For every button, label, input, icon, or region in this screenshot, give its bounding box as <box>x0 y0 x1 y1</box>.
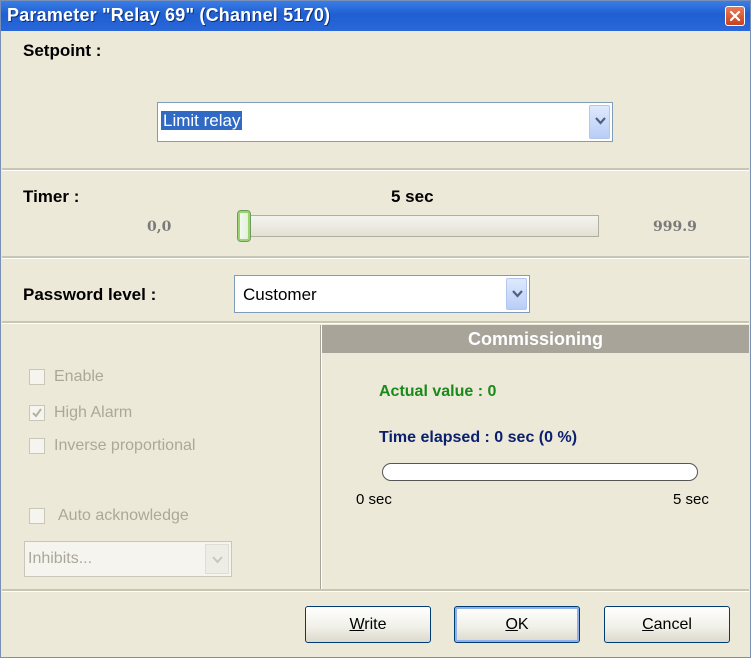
enable-checkbox[interactable] <box>29 369 45 385</box>
progress-end-label: 5 sec <box>673 491 709 508</box>
setpoint-value: Limit relay <box>161 111 243 130</box>
write-button[interactable]: Write <box>305 606 431 643</box>
inhibits-select[interactable]: Inhibits... <box>24 541 232 577</box>
divider <box>2 168 749 171</box>
close-button[interactable] <box>725 6 745 26</box>
auto-acknowledge-checkbox[interactable] <box>29 508 45 524</box>
write-mnemonic: W <box>349 616 365 633</box>
window-title: Parameter "Relay 69" (Channel 5170) <box>7 5 331 25</box>
inhibits-value: Inhibits... <box>28 550 93 567</box>
inverse-proportional-label: Inverse proportional <box>54 437 196 454</box>
title-bar[interactable]: Parameter "Relay 69" (Channel 5170) <box>1 1 750 31</box>
divider <box>2 256 749 259</box>
time-elapsed-progress-bar <box>382 463 698 481</box>
inverse-proportional-checkbox[interactable] <box>29 438 45 454</box>
panel-divider-highlight <box>321 325 322 589</box>
timer-current-value: 5 sec <box>391 187 434 206</box>
password-level-label: Password level : <box>23 285 157 304</box>
timer-slider-thumb[interactable] <box>236 210 251 242</box>
inhibits-dropdown-button[interactable] <box>205 544 229 574</box>
high-alarm-label: High Alarm <box>54 404 133 421</box>
setpoint-label: Setpoint : <box>23 41 102 60</box>
ok-label: K <box>517 616 529 633</box>
high-alarm-checkbox[interactable] <box>29 405 45 421</box>
setpoint-select[interactable]: Limit relay <box>157 102 613 142</box>
auto-acknowledge-label: Auto acknowledge <box>58 507 189 524</box>
timer-min-label: 0,0 <box>147 219 172 235</box>
password-dropdown-button[interactable] <box>506 278 527 310</box>
enable-label: Enable <box>54 368 104 385</box>
ok-button[interactable]: OK <box>454 606 580 643</box>
divider <box>2 321 749 324</box>
write-label: rite <box>364 616 387 633</box>
ok-mnemonic: O <box>505 616 518 633</box>
cancel-mnemonic: C <box>642 616 654 633</box>
dialog-window: Parameter "Relay 69" (Channel 5170) Setp… <box>0 0 751 658</box>
time-elapsed-text: Time elapsed : 0 sec (0 %) <box>379 429 578 446</box>
password-level-select[interactable]: Customer <box>234 275 530 313</box>
divider <box>2 589 749 592</box>
cancel-button[interactable]: Cancel <box>604 606 730 643</box>
password-level-value: Customer <box>243 285 317 304</box>
commissioning-header: Commissioning <box>322 325 749 353</box>
cancel-label: ancel <box>653 616 692 633</box>
timer-max-label: 999.9 <box>653 219 697 235</box>
timer-slider-track[interactable] <box>245 215 599 237</box>
setpoint-dropdown-button[interactable] <box>589 105 610 139</box>
progress-start-label: 0 sec <box>356 491 392 508</box>
actual-value-text: Actual value : 0 <box>379 383 497 400</box>
timer-label: Timer : <box>23 187 80 206</box>
